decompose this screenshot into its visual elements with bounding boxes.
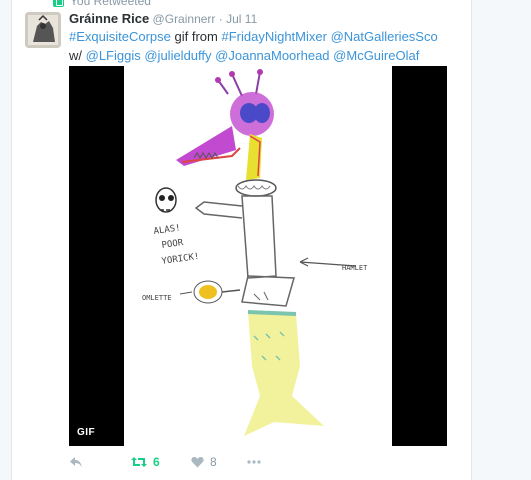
skull: [155, 187, 177, 213]
mention-link[interactable]: @julielduffy: [144, 48, 211, 63]
gif-frame: ALAS! POOR YORICK! HAMLET OMLETTE: [124, 66, 392, 446]
mention-link[interactable]: @NatGalleriesSco: [331, 29, 438, 44]
reply-button[interactable]: [69, 456, 131, 468]
avatar[interactable]: [25, 12, 61, 48]
like-count: 8: [210, 455, 217, 469]
header-separator: ·: [218, 12, 223, 26]
mention-link[interactable]: @LFiggis: [86, 48, 141, 63]
more-icon: [247, 460, 261, 464]
author-fullname[interactable]: Gráinne Rice: [69, 11, 149, 26]
author-username[interactable]: @Grainnerr: [153, 12, 216, 26]
gif-media[interactable]: ALAS! POOR YORICK! HAMLET OMLETTE GIF: [69, 66, 447, 446]
mention-link[interactable]: @McGuireOlaf: [333, 48, 419, 63]
reply-icon: [70, 457, 82, 467]
retweet-context: You Retweeted: [53, 0, 151, 8]
avatar-image: [25, 12, 61, 48]
retweet-context-label: You Retweeted: [70, 0, 151, 8]
drawing-label-hamlet: HAMLET: [342, 264, 368, 272]
exquisite-corpse-drawing: ALAS! POOR YORICK! HAMLET OMLETTE: [142, 69, 368, 436]
tweet-header: Gráinne Rice @Grainnerr · Jul 11: [69, 11, 257, 26]
more-button[interactable]: [247, 460, 261, 464]
tweet-text-part: w/: [69, 48, 86, 63]
gif-badge: GIF: [77, 427, 96, 438]
mermaid-tail: [244, 310, 324, 436]
tweet-timestamp[interactable]: Jul 11: [226, 12, 257, 26]
retweet-icon: [131, 457, 147, 467]
retweet-context-icon: [53, 0, 64, 7]
drawing-label-poor: POOR: [161, 238, 184, 251]
tweet-text-part: gif from: [170, 29, 222, 44]
tweet-actions: 6 8: [69, 453, 261, 471]
hashtag-link[interactable]: #FridayNightMixer: [221, 29, 326, 44]
retweet-count: 6: [153, 455, 160, 469]
mention-link[interactable]: @JoannaMoorhead: [215, 48, 329, 63]
hashtag-link[interactable]: #ExquisiteCorpse: [69, 29, 171, 44]
heart-icon: [191, 456, 204, 468]
drawing-label-alas: ALAS!: [153, 223, 181, 237]
like-button[interactable]: 8: [191, 455, 247, 469]
tweet-text: #ExquisiteCorpse gif from #FridayNightMi…: [69, 27, 439, 65]
drawing-label-omlette: OMLETTE: [142, 294, 172, 302]
retweet-button[interactable]: 6: [131, 455, 191, 469]
drawing-label-yorick: YORICK!: [161, 252, 200, 267]
